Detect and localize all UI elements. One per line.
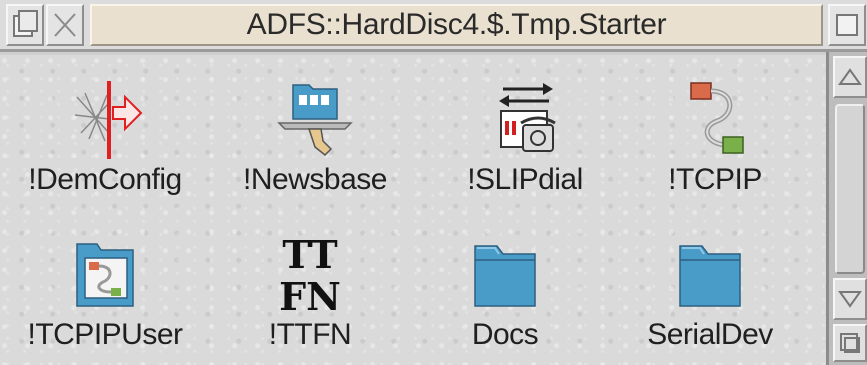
folder-icon (474, 245, 536, 307)
resize-button[interactable] (833, 324, 867, 362)
file-item-label: !TCPIPUser (27, 318, 183, 351)
back-button[interactable] (6, 4, 44, 46)
ttfn-icon: TT FN (279, 232, 341, 316)
file-item-docs[interactable]: Docs (405, 230, 605, 365)
ttfn-glyph-line: TT (282, 232, 337, 277)
filer-window: ADFS::HardDisc4.$.Tmp.Starter !DemConfig… (0, 0, 867, 365)
scroll-up-button[interactable] (833, 56, 867, 98)
scroll-down-button[interactable] (833, 278, 867, 320)
title-bar: ADFS::HardDisc4.$.Tmp.Starter (0, 0, 867, 52)
tcpipuser-icon (76, 243, 134, 307)
arrow-up-icon (838, 68, 862, 85)
file-item-label: !Newsbase (243, 163, 387, 196)
toggle-size-icon (836, 14, 858, 36)
file-item-newsbase[interactable]: !Newsbase (215, 75, 415, 215)
close-button[interactable] (46, 4, 84, 46)
newsbase-icon (277, 84, 353, 157)
file-item-tcpipuser[interactable]: !TCPIPUser (5, 230, 205, 365)
window-title[interactable]: ADFS::HardDisc4.$.Tmp.Starter (90, 4, 823, 46)
file-pane: !DemConfig !Newsbase !SLIPdial !TCPIP !T… (0, 55, 826, 365)
demconfig-icon (74, 81, 143, 159)
scroll-thumb[interactable] (835, 104, 865, 274)
file-item-demconfig[interactable]: !DemConfig (5, 75, 205, 215)
folder-icon (679, 245, 741, 307)
file-item-label: !TCPIP (668, 163, 762, 196)
file-item-slipdial[interactable]: !SLIPdial (425, 75, 625, 215)
tcpip-icon (690, 82, 744, 154)
slipdial-icon (499, 83, 556, 152)
resize-icon (840, 333, 860, 353)
file-item-label: !DemConfig (28, 163, 182, 196)
close-icon (54, 13, 76, 37)
file-item-ttfn[interactable]: TT FN !TTFN (210, 230, 410, 365)
vertical-scrollbar[interactable] (826, 52, 867, 365)
arrow-down-icon (838, 291, 862, 308)
file-item-label: Docs (471, 318, 539, 351)
file-item-serialdev[interactable]: SerialDev (610, 230, 810, 365)
file-item-label: !TTFN (268, 318, 352, 351)
file-item-label: !SLIPdial (467, 163, 583, 196)
back-icon (13, 10, 38, 37)
file-item-tcpip[interactable]: !TCPIP (615, 75, 815, 215)
ttfn-glyph-line: FN (279, 274, 341, 316)
toggle-size-button[interactable] (828, 4, 866, 46)
file-item-label: SerialDev (647, 318, 773, 351)
